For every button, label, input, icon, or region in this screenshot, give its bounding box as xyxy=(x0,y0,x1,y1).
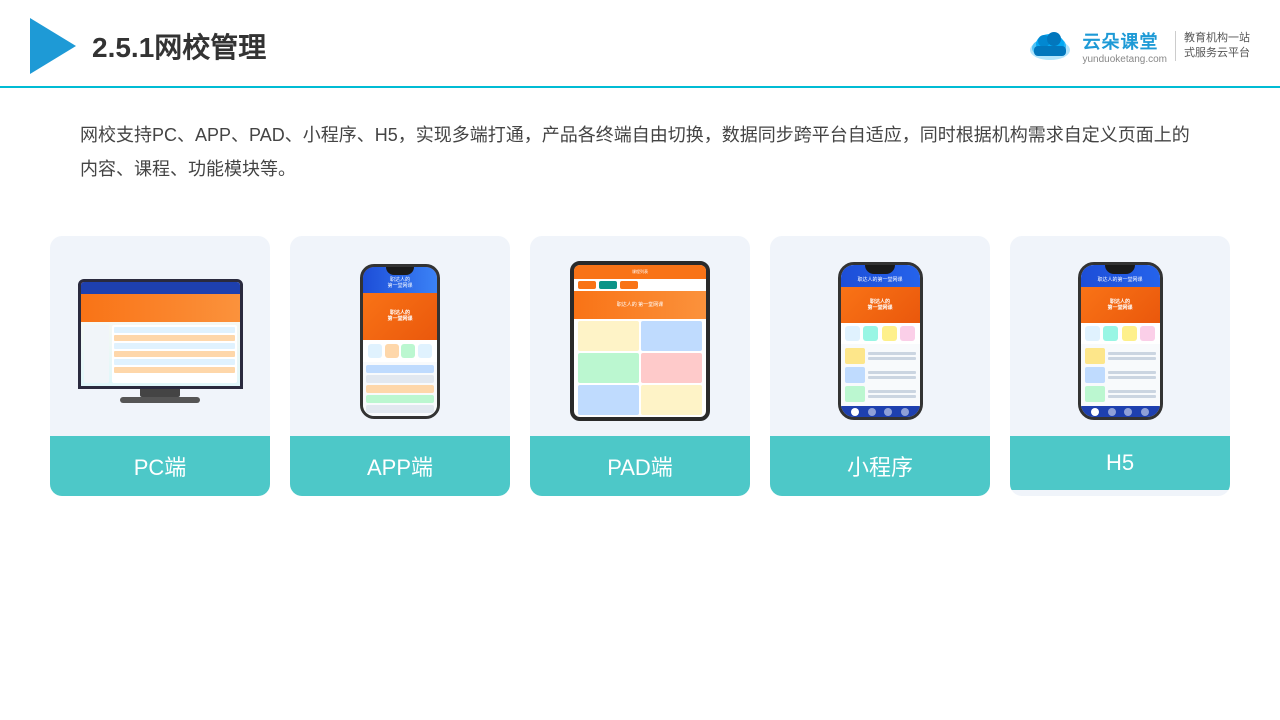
phone-list xyxy=(363,362,437,416)
pc-screen-top xyxy=(81,282,240,294)
page-header: 2.5.1网校管理 云朵课堂 yunduoketang.com 教育机构一站 式… xyxy=(0,0,1280,88)
brand-url: yunduoketang.com xyxy=(1082,54,1167,65)
card-pad-label: PAD端 xyxy=(530,436,750,496)
phone-icon-row xyxy=(363,340,437,362)
card-pc-label: PC端 xyxy=(50,436,270,496)
card-h5-image-area: 职达人的第一堂网课 职达人的第一堂网课 xyxy=(1010,236,1230,436)
card-pad-image-area: 课程列表 职达人的 第一堂网课 xyxy=(530,236,750,436)
h5-phone-frame: 职达人的第一堂网课 职达人的第一堂网课 xyxy=(1078,262,1163,420)
device-cards-container: PC端 职达人的第一堂网课 职达人的第一堂网课 xyxy=(0,216,1280,516)
pc-screen xyxy=(81,282,240,386)
pad-tablet-device: 课程列表 职达人的 第一堂网课 xyxy=(570,261,710,421)
app-phone-device: 职达人的第一堂网课 职达人的第一堂网课 xyxy=(360,264,440,419)
pc-screen-content xyxy=(81,294,240,386)
card-app-label: APP端 xyxy=(290,436,510,496)
card-h5-label: H5 xyxy=(1010,436,1230,490)
tablet-content-grid xyxy=(574,319,706,417)
brand-name: 云朵课堂 xyxy=(1082,28,1158,54)
h5-phone-notch xyxy=(1105,265,1135,274)
card-pc: PC端 xyxy=(50,236,270,496)
sps-footer xyxy=(841,406,920,418)
app-phone-frame: 职达人的第一堂网课 职达人的第一堂网课 xyxy=(360,264,440,419)
card-miniapp-label: 小程序 xyxy=(770,436,990,496)
description-text: 网校支持PC、APP、PAD、小程序、H5，实现多端打通，产品各终端自由切换，数… xyxy=(0,88,1280,206)
card-h5: 职达人的第一堂网课 职达人的第一堂网课 xyxy=(1010,236,1230,496)
h5-sps-list xyxy=(1081,344,1160,406)
h5-sps-orange-banner: 职达人的第一堂网课 xyxy=(1081,287,1160,322)
brand-text: 云朵课堂 yunduoketang.com xyxy=(1082,28,1167,65)
phone-orange-banner: 职达人的第一堂网课 xyxy=(363,293,437,340)
miniapp-phone-screen: 职达人的第一堂网课 职达人的第一堂网课 xyxy=(841,265,920,417)
tablet-top-bar: 课程列表 xyxy=(574,265,706,278)
cloud-logo-icon xyxy=(1026,28,1074,64)
pc-monitor xyxy=(78,279,243,389)
sps-orange-banner: 职达人的第一堂网课 xyxy=(841,287,920,322)
h5-sps-icons-row xyxy=(1081,323,1160,344)
header-right: 云朵课堂 yunduoketang.com 教育机构一站 式服务云平台 xyxy=(1026,28,1250,65)
card-app-image-area: 职达人的第一堂网课 职达人的第一堂网课 xyxy=(290,236,510,436)
h5-sps-footer xyxy=(1081,406,1160,418)
sps-list xyxy=(841,344,920,406)
card-pc-image-area xyxy=(50,236,270,436)
card-pad: 课程列表 职达人的 第一堂网课 xyxy=(530,236,750,496)
miniapp-phone-frame: 职达人的第一堂网课 职达人的第一堂网课 xyxy=(838,262,923,420)
header-left: 2.5.1网校管理 xyxy=(30,18,266,74)
pc-device-illustration xyxy=(78,279,243,403)
miniapp-phone-notch xyxy=(865,265,895,274)
h5-phone-screen: 职达人的第一堂网课 职达人的第一堂网课 xyxy=(1081,265,1160,417)
card-miniapp: 职达人的第一堂网课 职达人的第一堂网课 xyxy=(770,236,990,496)
pad-tablet-screen: 课程列表 职达人的 第一堂网课 xyxy=(574,265,706,417)
card-miniapp-image-area: 职达人的第一堂网课 职达人的第一堂网课 xyxy=(770,236,990,436)
brand-logo xyxy=(1026,28,1074,64)
phone-notch xyxy=(386,267,414,275)
card-app: 职达人的第一堂网课 职达人的第一堂网课 xyxy=(290,236,510,496)
logo-triangle-icon xyxy=(30,18,76,74)
brand-slogan: 教育机构一站 式服务云平台 xyxy=(1175,31,1250,62)
page-title: 2.5.1网校管理 xyxy=(92,26,266,66)
pad-tablet-frame: 课程列表 职达人的 第一堂网课 xyxy=(570,261,710,421)
tablet-nav xyxy=(574,279,706,291)
app-phone-screen: 职达人的第一堂网课 职达人的第一堂网课 xyxy=(363,267,437,416)
sps-icons-row xyxy=(841,323,920,344)
